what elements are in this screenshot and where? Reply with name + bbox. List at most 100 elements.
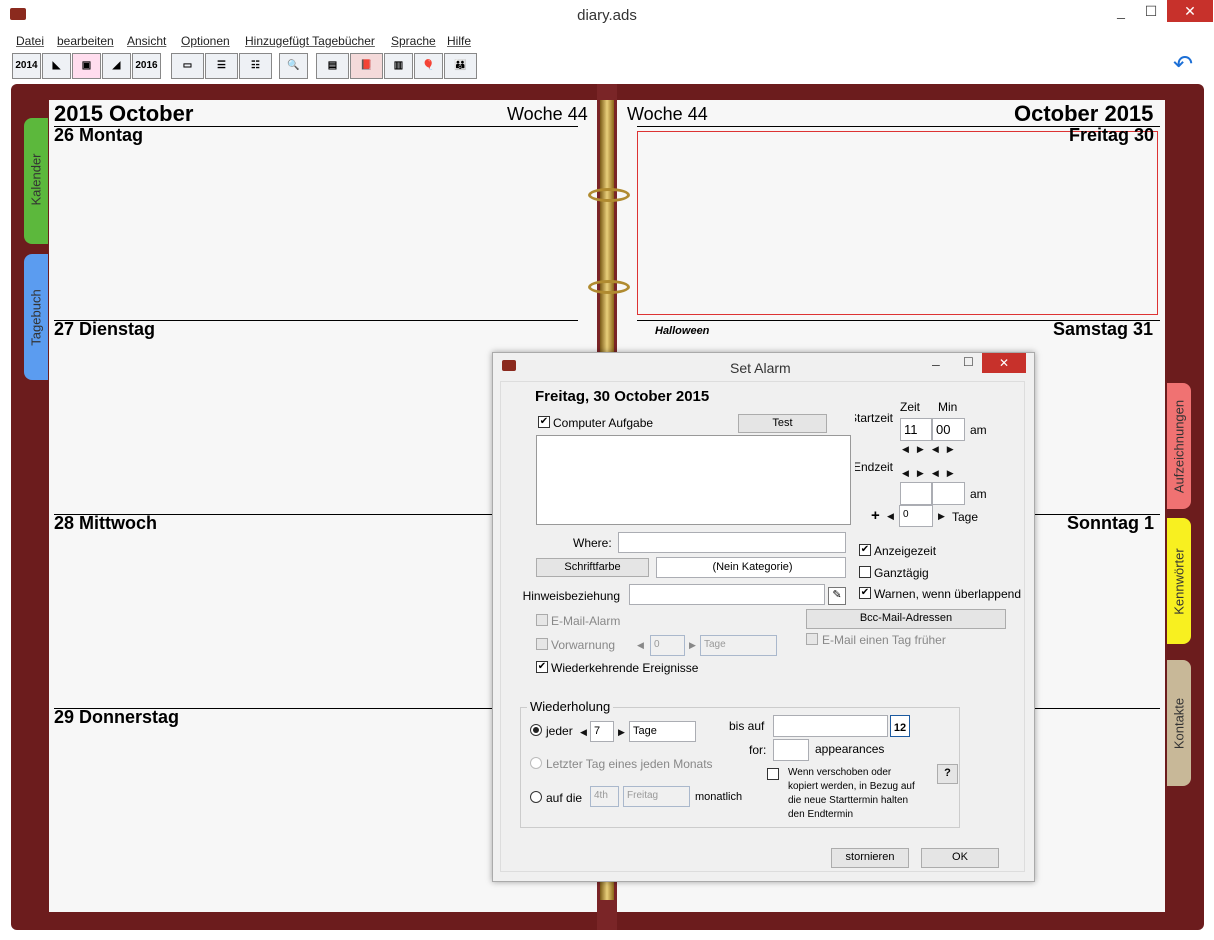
menu-bearbeiten[interactable]: bearbeiten [57,34,114,48]
tab-aufzeichnungen[interactable]: Aufzeichnungen [1167,383,1191,509]
dialog-close-button[interactable]: ✕ [982,353,1026,373]
category-select[interactable]: (Nein Kategorie) [656,557,846,578]
email-alarm-checkbox[interactable] [536,614,548,626]
bcc-mail-button[interactable]: Bcc-Mail-Adressen [806,609,1006,629]
day-header-30[interactable]: Freitag 30 [1069,125,1154,146]
book-icon[interactable]: 📕 [350,53,383,79]
dialog-minimize-button[interactable]: – [932,356,940,372]
start-min-input[interactable]: 00 [932,418,965,441]
ring-icon [588,280,630,294]
alarm-text-area[interactable] [536,435,851,525]
display-time-checkbox[interactable]: ✔ [859,544,871,556]
theme-icon[interactable]: ▥ [384,53,413,79]
edit-reference-icon[interactable]: ✎ [828,587,846,605]
days-left-arrow[interactable]: ◀ [887,511,894,522]
calendar-picker-icon[interactable]: 12 [890,715,910,737]
email-early-checkbox[interactable] [806,633,818,645]
cancel-button[interactable]: stornieren [831,848,909,868]
day-view-icon[interactable]: ▭ [171,53,204,79]
for-label: for: [749,743,767,757]
family-icon[interactable]: 👪 [444,53,477,79]
days-right-arrow[interactable]: ▶ [938,511,945,522]
left-page-header: 2015 October [54,101,194,126]
every-right-arrow[interactable]: ▶ [618,727,625,738]
maximize-button[interactable]: ☐ [1136,0,1166,22]
start-hour-input[interactable]: 11 [900,418,932,441]
today-icon[interactable]: ▣ [72,53,101,79]
monthly-label: monatlich [695,791,743,803]
reference-input[interactable] [629,584,825,605]
next-month-icon[interactable]: ◢ [102,53,131,79]
pre-warning-left-arrow[interactable]: ◀ [637,640,644,651]
every-radio[interactable] [530,724,542,736]
prev-year-button[interactable]: 2014 [12,53,41,79]
recurring-checkbox[interactable]: ✔ [536,661,548,673]
tab-kalender[interactable]: Kalender [24,118,48,244]
balloons-icon[interactable]: 🎈 [414,53,443,79]
all-day-checkbox[interactable] [859,566,871,578]
weekday-select[interactable]: Freitag [623,786,690,807]
tab-kontakte[interactable]: Kontakte [1167,660,1191,786]
month-view-icon[interactable]: ☷ [239,53,272,79]
font-color-button[interactable]: Schriftfarbe [536,558,649,577]
until-input[interactable] [773,715,888,737]
help-button[interactable]: ? [937,764,958,784]
email-alarm-label: E-Mail-Alarm [551,614,621,628]
overlap-warning-checkbox[interactable]: ✔ [859,587,871,599]
last-day-radio[interactable] [530,757,542,769]
every-left-arrow[interactable]: ◀ [580,727,587,738]
computer-task-checkbox[interactable]: ✔ [538,416,550,428]
menu-ansicht[interactable]: Ansicht [127,34,166,48]
end-ampm[interactable]: am [970,487,987,501]
ok-button[interactable]: OK [921,848,999,868]
day-header-27[interactable]: 27 Dienstag [54,319,155,340]
end-min-input[interactable] [932,482,965,505]
window-title: diary.ads [577,7,637,24]
selected-day-box[interactable] [637,131,1158,315]
tab-tagebuch[interactable]: Tagebuch [24,254,48,380]
dialog-maximize-button[interactable]: ☐ [963,355,974,369]
next-year-button[interactable]: 2016 [132,53,161,79]
appearances-input[interactable] [773,739,809,761]
start-time-arrows[interactable]: ◀▶◀▶ [902,444,962,455]
on-the-radio[interactable] [530,791,542,803]
keep-end-checkbox[interactable] [767,768,779,780]
pre-warning-checkbox[interactable] [536,638,548,650]
test-button[interactable]: Test [738,414,827,433]
recurring-label: Wiederkehrende Ereignisse [551,661,699,675]
pre-warning-input[interactable]: 0 [650,635,685,656]
days-offset-input[interactable]: 0 [899,505,933,527]
where-input[interactable] [618,532,846,553]
keep-end-label: Wenn verschoben oder kopiert werden, in … [788,767,915,820]
day-header-1[interactable]: Sonntag 1 [1067,513,1154,534]
end-hour-input[interactable] [900,482,932,505]
every-value-input[interactable]: 7 [590,721,614,742]
week-view-icon[interactable]: ☰ [205,53,238,79]
day-header-28[interactable]: 28 Mittwoch [54,513,157,534]
calendar-list-icon[interactable]: ▤ [316,53,349,79]
pre-warning-right-arrow[interactable]: ▶ [689,640,696,651]
tab-kennwoerter[interactable]: Kennwörter [1167,518,1191,644]
all-day-label: Ganztägig [874,566,929,580]
reference-label: Hinweisbeziehung [522,589,620,603]
day-header-31[interactable]: Samstag 31 [1053,319,1153,340]
menu-hilfe[interactable]: Hilfe [447,34,471,48]
end-time-arrows[interactable]: ◀▶◀▶ [902,468,962,479]
menu-tagebuecher[interactable]: Hinzugefügt Tagebücher [245,34,375,48]
pre-warning-unit[interactable]: Tage [700,635,777,656]
nth-select[interactable]: 4th [590,786,619,807]
close-button[interactable]: ✕ [1167,0,1213,22]
on-the-label: auf die [546,791,583,805]
menu-datei[interactable]: Datei [16,34,44,48]
day-header-26[interactable]: 26 Montag [54,125,143,146]
search-icon[interactable]: 🔍 [279,53,308,79]
menu-optionen[interactable]: Optionen [181,34,230,48]
every-unit-select[interactable]: Tage [629,721,696,742]
prev-month-icon[interactable]: ◣ [42,53,71,79]
day-header-29[interactable]: 29 Donnerstag [54,707,179,728]
repetition-title: Wiederholung [527,699,614,714]
start-ampm[interactable]: am [970,423,987,437]
menu-sprache[interactable]: Sprache [391,34,436,48]
undo-icon[interactable]: ↶ [1168,52,1198,78]
minimize-button[interactable]: _ [1106,0,1136,22]
